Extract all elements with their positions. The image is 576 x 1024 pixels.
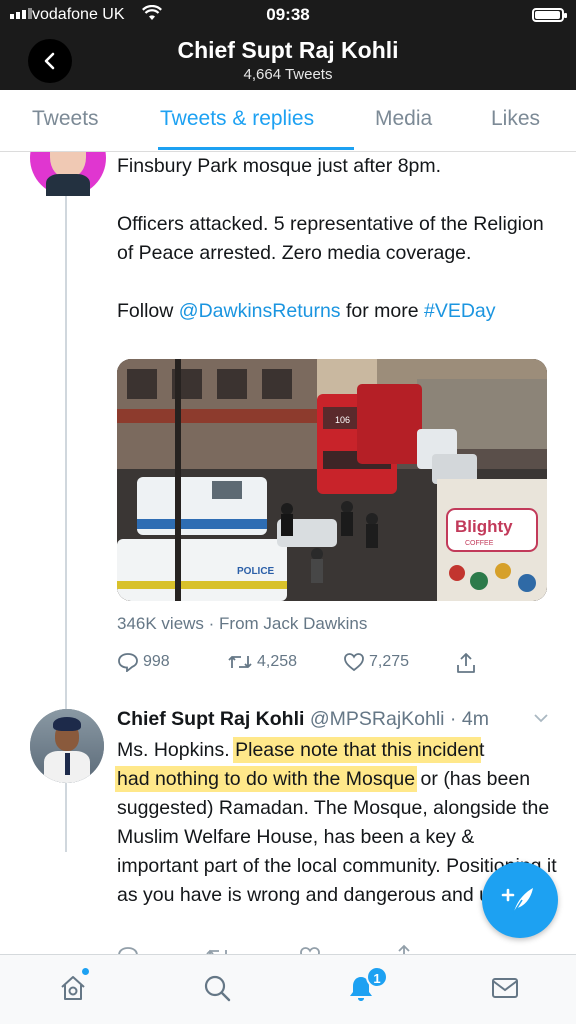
heart-icon	[344, 653, 364, 672]
tweet-follow-line: Follow @DawkinsReturns for more #VEDay	[117, 300, 496, 322]
profile-header: vodafone UK 09:38 Chief Supt Raj Kohli 4…	[0, 0, 576, 90]
video-meta: 346K views · From Jack Dawkins	[117, 614, 368, 633]
status-bar: vodafone UK 09:38	[0, 0, 576, 30]
profile-tabs: Tweets Tweets & replies Media Likes	[0, 90, 576, 152]
tweet-text: Finsbury Park mosque just after 8pm. Off…	[117, 152, 557, 326]
like-button[interactable]: 7,275	[343, 652, 409, 672]
retweet-icon[interactable]	[205, 946, 231, 954]
author-handle: @MPSRajKohli · 4m	[309, 708, 489, 730]
like-count: 7,275	[369, 653, 410, 670]
share-icon	[457, 653, 475, 673]
reply-icon[interactable]	[117, 946, 139, 954]
reply-count: 998	[143, 653, 170, 670]
blighty-sign-text: Blighty	[455, 517, 513, 536]
battery-fill	[535, 11, 560, 19]
reply-button[interactable]: 998	[117, 652, 170, 672]
tab-tweets[interactable]: Tweets	[32, 107, 99, 131]
screen: vodafone UK 09:38 Chief Supt Raj Kohli 4…	[0, 0, 576, 1024]
new-content-dot	[82, 968, 89, 975]
tweet-line: Finsbury Park mosque just after 8pm.	[117, 155, 442, 177]
highlighted-text: Please note that this inciden	[235, 739, 480, 761]
header-title-block: Chief Supt Raj Kohli 4,664 Tweets	[0, 37, 576, 83]
author-name[interactable]: Chief Supt Raj Kohli	[117, 708, 304, 730]
avatar[interactable]	[30, 152, 106, 196]
bottom-navigation	[0, 954, 576, 1024]
tab-media[interactable]: Media	[375, 107, 432, 131]
compose-feather-icon	[501, 888, 533, 915]
tweet-header: Chief Supt Raj Kohli @MPSRajKohli · 4m	[117, 708, 557, 731]
share-button[interactable]	[455, 652, 477, 674]
retweet-button[interactable]: 4,258	[227, 652, 297, 672]
tweet-paragraph: Officers attacked. 5 representative of t…	[117, 213, 544, 264]
tweet-actions	[117, 942, 537, 954]
page-title: Chief Supt Raj Kohli	[177, 37, 399, 63]
highlighted-text: had nothing to do with the Mosque	[117, 768, 416, 790]
tweet-count: 4,664 Tweets	[243, 66, 333, 83]
retweet-icon	[228, 656, 252, 668]
heart-icon[interactable]	[299, 946, 321, 954]
retweet-count: 4,258	[257, 653, 298, 670]
compose-button[interactable]	[482, 862, 558, 938]
mail-icon[interactable]	[490, 973, 520, 1003]
active-tab-indicator	[158, 147, 354, 150]
reply-icon	[118, 653, 138, 672]
home-icon[interactable]	[58, 973, 88, 1003]
chevron-down-icon[interactable]	[533, 712, 549, 724]
tab-likes[interactable]: Likes	[491, 107, 540, 131]
mention-link[interactable]: @DawkinsReturns	[179, 300, 341, 322]
blighty-sign-sub: COFFEE	[465, 540, 494, 547]
notification-badge: 1	[366, 966, 388, 988]
hashtag-link[interactable]: #VEDay	[424, 300, 496, 322]
timeline[interactable]: Finsbury Park mosque just after 8pm. Off…	[0, 152, 576, 954]
police-label: POLICE	[237, 566, 275, 577]
bus-number: 106	[335, 415, 350, 425]
clock: 09:38	[266, 5, 310, 24]
search-icon[interactable]	[202, 973, 232, 1003]
avatar[interactable]	[30, 709, 104, 783]
street-scene-image: 106 POLICE Blighty COFFEE	[117, 359, 547, 601]
share-icon[interactable]	[393, 944, 415, 954]
tab-tweets-and-replies[interactable]: Tweets & replies	[160, 107, 314, 131]
battery-icon	[532, 8, 567, 22]
tweet-actions: 998 4,258 7,275	[117, 652, 477, 682]
tweet-video[interactable]: 106 POLICE Blighty COFFEE	[117, 359, 547, 601]
